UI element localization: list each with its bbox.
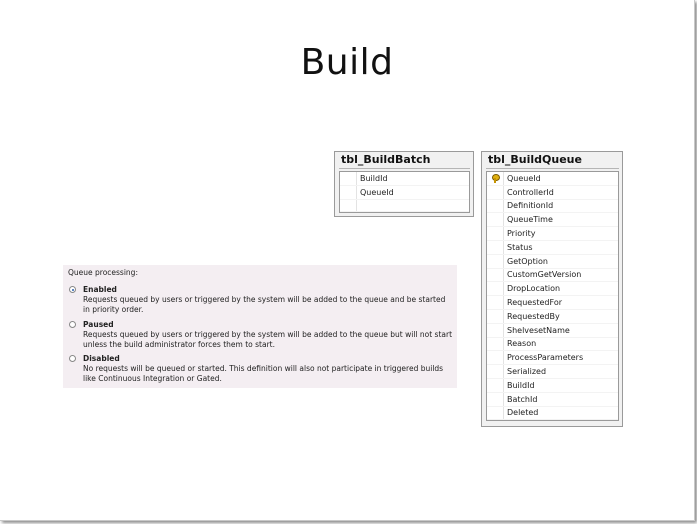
column-name: Reason — [507, 339, 537, 349]
column-name: Deleted — [507, 408, 539, 418]
column-name: BatchId — [507, 394, 538, 404]
column-name: QueueTime — [507, 215, 553, 225]
radio-enabled[interactable] — [69, 286, 76, 293]
column-name: QueueId — [507, 173, 541, 183]
column-row[interactable]: QueueId — [340, 185, 469, 200]
option-description: No requests will be queued or started. T… — [83, 364, 444, 383]
column-row[interactable]: BatchId — [487, 392, 618, 407]
slide: Build tbl_BuildBatch BuildId QueueId tbl… — [0, 0, 695, 521]
column-name: ProcessParameters — [507, 353, 584, 363]
build-queue-table[interactable]: tbl_BuildQueue QueueId ControllerId Defi… — [481, 151, 623, 427]
column-name: BuildId — [507, 380, 535, 390]
option-name[interactable]: Disabled — [83, 354, 120, 363]
queue-processing-panel: Queue processing: Enabled Requests queue… — [63, 265, 457, 388]
column-row[interactable]: Serialized — [487, 365, 618, 379]
column-row[interactable]: CustomGetVersion — [487, 268, 618, 283]
column-row[interactable]: Status — [487, 240, 618, 255]
table-name: tbl_BuildBatch — [339, 152, 470, 169]
column-row[interactable]: ProcessParameters — [487, 351, 618, 366]
column-row[interactable]: RequestedBy — [487, 309, 618, 324]
column-row[interactable]: GetOption — [487, 254, 618, 269]
column-row[interactable]: DefinitionId — [487, 199, 618, 214]
column-name: Serialized — [507, 367, 547, 377]
option-name[interactable]: Paused — [83, 320, 114, 329]
slide-title: Build — [300, 42, 394, 83]
column-row[interactable]: Priority — [487, 227, 618, 241]
column-row[interactable]: RequestedFor — [487, 296, 618, 310]
column-name: Status — [507, 242, 533, 252]
column-name: DropLocation — [507, 284, 561, 294]
column-name: CustomGetVersion — [507, 270, 582, 280]
column-name: RequestedBy — [507, 311, 560, 321]
column-name: GetOption — [507, 256, 548, 266]
column-name: Priority — [507, 229, 536, 239]
column-list: BuildId QueueId — [339, 171, 470, 213]
column-name: QueueId — [360, 187, 394, 197]
column-row[interactable]: DropLocation — [487, 282, 618, 297]
column-name: BuildId — [360, 173, 388, 183]
column-name: ShelvesetName — [507, 325, 570, 335]
column-name: DefinitionId — [507, 201, 554, 211]
radio-paused[interactable] — [69, 321, 76, 328]
option-description: Requests queued by users or triggered by… — [83, 330, 453, 349]
column-row[interactable]: QueueTime — [487, 213, 618, 228]
key-icon — [491, 173, 500, 183]
column-row[interactable]: ControllerId — [487, 185, 618, 200]
option-description: Requests queued by users or triggered by… — [83, 295, 446, 314]
column-row[interactable]: QueueId — [487, 172, 618, 186]
column-list: QueueId ControllerId DefinitionId QueueT… — [486, 171, 619, 422]
column-row[interactable]: BuildId — [340, 172, 469, 186]
queue-processing-label: Queue processing: — [68, 268, 138, 277]
column-name: ControllerId — [507, 187, 554, 197]
column-name: RequestedFor — [507, 298, 562, 308]
column-row[interactable]: Deleted — [487, 406, 618, 421]
table-name: tbl_BuildQueue — [486, 152, 619, 169]
empty-row[interactable] — [340, 199, 469, 212]
radio-disabled[interactable] — [69, 355, 76, 362]
column-row[interactable]: Reason — [487, 337, 618, 352]
option-name[interactable]: Enabled — [83, 285, 117, 294]
column-row[interactable]: ShelvesetName — [487, 323, 618, 338]
column-row[interactable]: BuildId — [487, 378, 618, 393]
build-batch-table[interactable]: tbl_BuildBatch BuildId QueueId — [334, 151, 474, 217]
